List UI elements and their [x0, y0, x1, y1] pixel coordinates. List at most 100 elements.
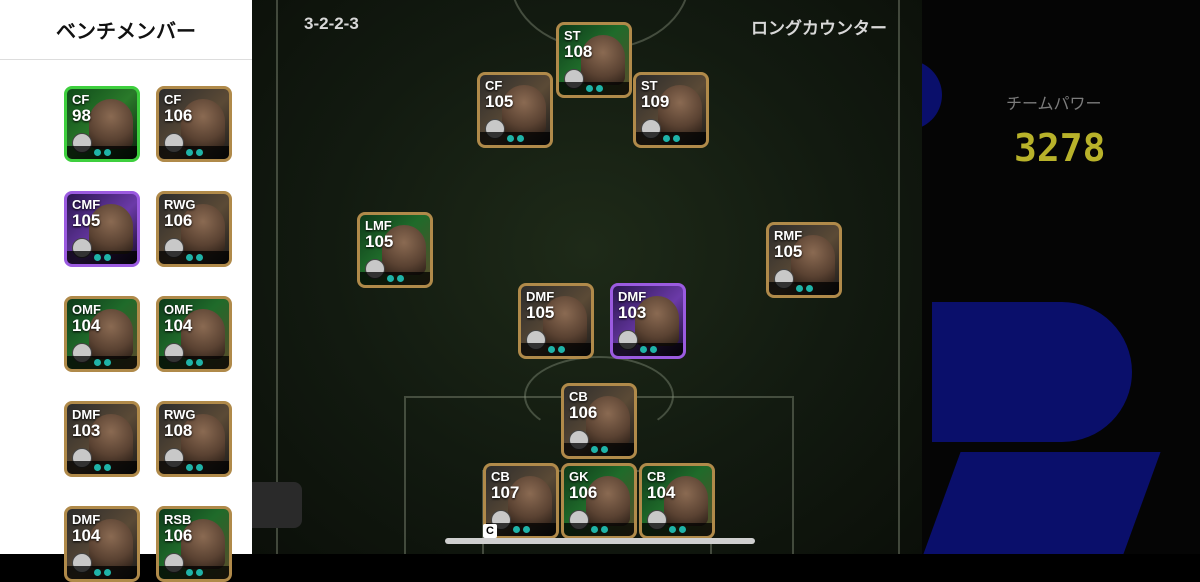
overall-rating: 105 — [774, 242, 803, 261]
skill-dot-icon — [600, 446, 608, 453]
skill-bar — [67, 356, 137, 369]
home-indicator[interactable] — [445, 538, 755, 544]
bench-card[interactable]: CMF 105 — [64, 191, 140, 267]
position-label: DMF — [72, 407, 101, 422]
decor-shape — [932, 302, 1132, 442]
bench-card[interactable]: CF 98 — [64, 86, 140, 162]
overall-rating: 104 — [72, 316, 101, 335]
position-label: CB — [569, 389, 588, 404]
skill-bar — [67, 146, 137, 159]
card-cf[interactable]: CF 105 — [477, 72, 553, 148]
overall-rating: 108 — [564, 42, 593, 61]
bench-panel: ベンチメンバー CF 98 CF 106 CMF 105 RWG 106 OMF 104 OMF 10… — [0, 0, 252, 582]
skill-dot-icon — [103, 464, 111, 471]
card-rmf[interactable]: RMF 105 — [766, 222, 842, 298]
overall-rating: 106 — [569, 483, 598, 502]
overall-rating: 109 — [641, 92, 670, 111]
skill-dot-icon — [585, 85, 593, 92]
skill-dot-icon — [103, 254, 111, 261]
card-gk[interactable]: GK 106 — [561, 463, 637, 539]
card-dmf-right[interactable]: DMF 103 — [610, 283, 686, 359]
position-label: ST — [641, 78, 658, 93]
captain-badge: C — [483, 524, 497, 538]
skill-bar — [559, 82, 629, 95]
skill-dot-icon — [516, 135, 524, 142]
skill-bar — [159, 566, 229, 579]
position-label: OMF — [72, 302, 101, 317]
skill-dot-icon — [195, 359, 203, 366]
overall-rating: 105 — [365, 232, 394, 251]
skill-dot-icon — [195, 464, 203, 471]
skill-dot-icon — [103, 569, 111, 576]
overall-rating: 106 — [569, 403, 598, 422]
skill-dot-icon — [678, 526, 686, 533]
position-label: DMF — [72, 512, 101, 527]
skill-dot-icon — [805, 285, 813, 292]
skill-dot-icon — [547, 346, 555, 353]
skill-dot-icon — [662, 135, 670, 142]
card-cb-right[interactable]: CB 104 — [639, 463, 715, 539]
skill-dot-icon — [93, 464, 101, 471]
skill-dot-icon — [590, 446, 598, 453]
skill-dot-icon — [672, 135, 680, 142]
tactic-label[interactable]: ロングカウンター — [751, 14, 887, 39]
skill-dot-icon — [185, 464, 193, 471]
overall-rating: 105 — [485, 92, 514, 111]
right-panel — [922, 0, 1200, 554]
skill-bar — [480, 132, 550, 145]
overall-rating: 106 — [164, 526, 193, 545]
skill-bar — [769, 282, 839, 295]
bench-card[interactable]: RWG 106 — [156, 191, 232, 267]
position-label: GK — [569, 469, 589, 484]
card-lmf[interactable]: LMF 105 — [357, 212, 433, 288]
position-label: OMF — [164, 302, 193, 317]
skill-dot-icon — [103, 149, 111, 156]
skill-dot-icon — [590, 526, 598, 533]
skill-bar — [67, 251, 137, 264]
skill-dot-icon — [195, 569, 203, 576]
skill-dot-icon — [595, 85, 603, 92]
skill-dot-icon — [557, 346, 565, 353]
skill-bar — [360, 272, 430, 285]
bench-card[interactable]: RSB 106 — [156, 506, 232, 582]
position-label: CB — [491, 469, 510, 484]
skill-dot-icon — [195, 149, 203, 156]
position-label: LMF — [365, 218, 392, 233]
overall-rating: 108 — [164, 421, 193, 440]
skill-dot-icon — [600, 526, 608, 533]
skill-dot-icon — [795, 285, 803, 292]
bench-title: ベンチメンバー — [0, 0, 252, 60]
overall-rating: 104 — [164, 316, 193, 335]
bench-scroll-handle[interactable] — [252, 482, 302, 528]
skill-dot-icon — [195, 254, 203, 261]
skill-bar — [636, 132, 706, 145]
formation-label[interactable]: 3-2-2-3 — [304, 14, 359, 34]
skill-dot-icon — [396, 275, 404, 282]
skill-bar — [159, 356, 229, 369]
bench-card[interactable]: OMF 104 — [156, 296, 232, 372]
card-st-right[interactable]: ST 109 — [633, 72, 709, 148]
bench-card[interactable]: DMF 104 — [64, 506, 140, 582]
card-st-left[interactable]: ST 108 — [556, 22, 632, 98]
card-dmf-left[interactable]: DMF 105 — [518, 283, 594, 359]
skill-bar — [613, 343, 683, 356]
bench-card[interactable]: OMF 104 — [64, 296, 140, 372]
overall-rating: 103 — [618, 303, 647, 322]
overall-rating: 104 — [72, 526, 101, 545]
skill-bar — [67, 566, 137, 579]
card-cb-center[interactable]: CB 106 — [561, 383, 637, 459]
skill-bar — [564, 443, 634, 456]
position-label: RWG — [164, 407, 196, 422]
bench-card[interactable]: DMF 103 — [64, 401, 140, 477]
bench-card[interactable]: CF 106 — [156, 86, 232, 162]
overall-rating: 103 — [72, 421, 101, 440]
player-portrait — [89, 99, 133, 149]
position-label: CB — [647, 469, 666, 484]
decor-shape — [922, 60, 942, 130]
bench-card[interactable]: RWG 108 — [156, 401, 232, 477]
overall-rating: 107 — [491, 483, 520, 502]
position-label: DMF — [526, 289, 555, 304]
skill-bar — [159, 251, 229, 264]
decor-shape — [923, 452, 1161, 554]
overall-rating: 106 — [164, 211, 193, 230]
